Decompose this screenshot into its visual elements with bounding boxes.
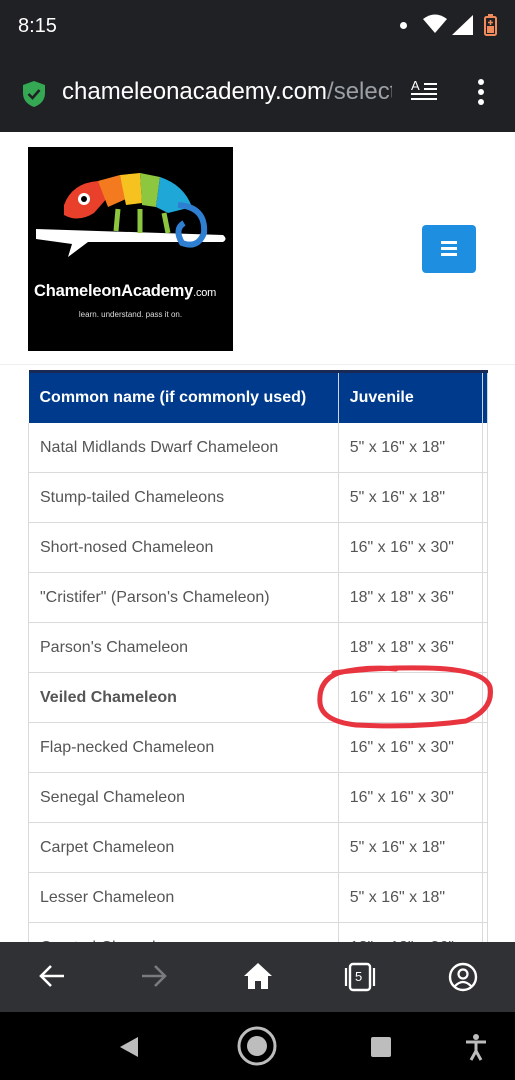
hamburger-menu-button[interactable] [422,225,476,273]
tab-switcher-button[interactable]: 5 [344,962,376,997]
system-home-icon[interactable] [236,1025,278,1072]
site-logo[interactable]: ChameleonAcademy.com learn. understand. … [28,147,233,351]
logo-wordmark: ChameleonAcademy.com [34,282,230,301]
header-divider [0,364,515,365]
forward-arrow-icon[interactable] [140,962,168,995]
table-header-row: Common name (if commonly used) Juvenile [28,370,489,423]
cell-common-name: Veiled Chameleon [28,672,339,723]
cell-juvenile: 16" x 16" x 30" [338,522,483,573]
cell-juvenile: 16" x 16" x 30" [338,672,483,723]
enclosure-size-table: Common name (if commonly used) Juvenile … [28,370,489,942]
reader-mode-icon[interactable]: A [410,78,438,109]
cell-common-name: Stump-tailed Chameleons [28,472,339,523]
url-path: /selecti [327,78,392,105]
table-row: Stump-tailed Chameleons 5" x 16" x 18" [28,472,489,523]
table-row: Natal Midlands Dwarf Chameleon 5" x 16" x… [28,423,489,473]
tab-count: 5 [355,969,363,984]
table-row: Short-nosed Chameleon 16" x 16" x 30" [28,522,489,573]
url-field[interactable]: chameleonacademy.com/selecti [62,78,392,106]
browser-url-bar: chameleonacademy.com/selecti A [0,56,515,132]
cell-next [482,622,489,673]
cell-common-name: Parson's Chameleon [28,622,339,673]
cell-juvenile: 18" x 18" x 36" [338,572,483,623]
back-arrow-icon[interactable] [38,962,66,995]
table-row: Senegal Chameleon 16" x 16" x 30" [28,772,489,823]
cell-juvenile: 18" x 18" x 36" [338,622,483,673]
accessibility-icon[interactable] [465,1033,487,1066]
cell-next [482,522,489,573]
table-row: Carpet Chameleon 5" x 16" x 18" [28,822,489,873]
cell-juvenile: 5" x 16" x 18" [338,423,483,473]
cell-next [482,772,489,823]
cell-next [482,872,489,923]
battery-icon [484,14,497,41]
cell-juvenile: 5" x 16" x 18" [338,472,483,523]
cell-juvenile: 16" x 16" x 30" [338,772,483,823]
cell-common-name: Natal Midlands Dwarf Chameleon [28,423,339,473]
system-back-icon[interactable] [118,1036,140,1063]
cell-next [482,423,489,473]
chameleon-logo-icon [36,173,226,257]
cell-juvenile: 5" x 16" x 18" [338,822,483,873]
system-navigation-bar [0,1012,515,1080]
hamburger-icon-bar [441,247,457,250]
logo-tagline: learn. understand. pass it on. [78,310,183,319]
status-time: 8:15 [18,15,57,37]
notification-dot-icon [400,22,407,29]
logo-suffix: .com [193,287,217,299]
column-header-next [482,370,489,423]
overflow-menu-icon[interactable] [472,78,490,111]
cell-juvenile: 5" x 16" x 18" [338,872,483,923]
cell-next [482,922,489,942]
cell-common-name: Short-nosed Chameleon [28,522,339,573]
cell-common-name: Crested Chameleon [28,922,339,942]
hamburger-icon-bar [441,253,457,256]
table-row: "Cristifer" (Parson's Chameleon) 18" x 18… [28,572,489,623]
home-icon[interactable] [243,962,273,995]
hamburger-icon [441,241,457,244]
table-row: Parson's Chameleon 18" x 18" x 36" [28,622,489,673]
column-header-juvenile: Juvenile [338,370,483,423]
cell-common-name: "Cristifer" (Parson's Chameleon) [28,572,339,623]
system-recents-icon[interactable] [371,1037,391,1062]
account-icon[interactable] [448,962,478,997]
url-host: chameleonacademy.com [62,78,328,105]
table-row: Lesser Chameleon 5" x 16" x 18" [28,872,489,923]
column-header-common-name: Common name (if commonly used) [28,370,339,423]
browser-bottom-toolbar: 5 [0,942,515,1012]
table-row: Crested Chameleon18" x 18" x 36" [28,922,489,942]
svg-text:A: A [411,78,420,93]
cell-signal-icon [452,15,474,40]
cell-common-name: Senegal Chameleon [28,772,339,823]
secure-shield-icon[interactable] [22,80,46,113]
cell-juvenile: 16" x 16" x 30" [338,722,483,773]
table-row: Flap-necked Chameleon 16" x 16" x 30" [28,722,489,773]
cell-juvenile: 18" x 18" x 36" [338,922,483,942]
web-page: ChameleonAcademy.com learn. understand. … [0,132,515,942]
cell-next [482,572,489,623]
cell-common-name: Carpet Chameleon [28,822,339,873]
cell-next [482,472,489,523]
cell-next [482,722,489,773]
status-bar: 8:15 [0,0,515,56]
cell-next [482,822,489,873]
cell-next [482,672,489,723]
cell-common-name: Flap-necked Chameleon [28,722,339,773]
table-row-highlighted: Veiled Chameleon 16" x 16" x 30" [28,672,489,723]
cell-common-name: Lesser Chameleon [28,872,339,923]
logo-name: ChameleonAcademy [34,282,194,300]
wifi-icon [423,14,447,39]
